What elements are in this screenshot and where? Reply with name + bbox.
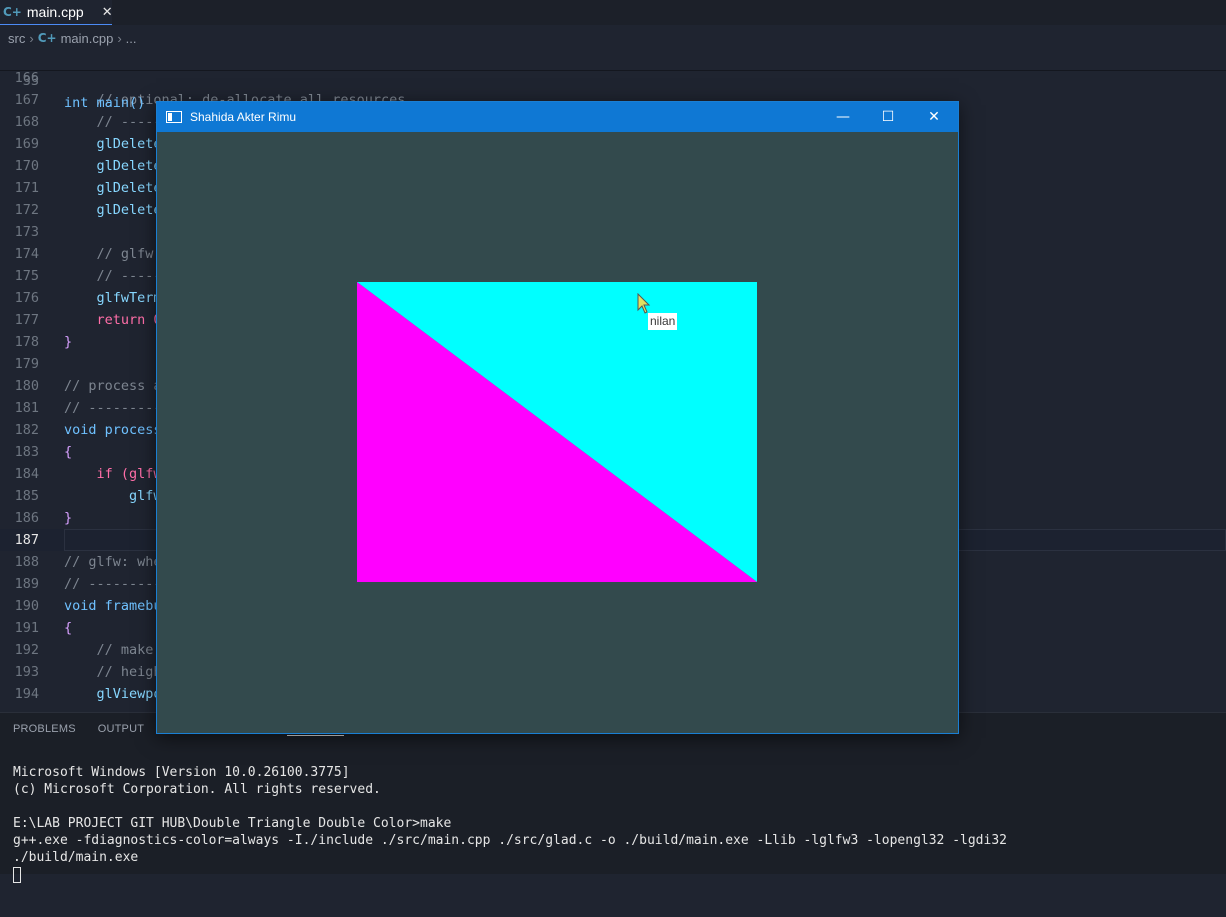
line-number: 177 [14, 312, 39, 328]
line-number: 179 [14, 356, 39, 372]
line-number: 173 [14, 224, 39, 240]
cpp-file-icon: C+ [3, 5, 22, 19]
chevron-right-icon: › [117, 30, 122, 46]
code-text: } [64, 510, 73, 526]
line-number: 183 [14, 444, 39, 460]
line-number: 194 [14, 686, 39, 702]
line-number: 181 [14, 400, 39, 416]
code-text: { [64, 620, 73, 636]
window-title-bar[interactable]: Shahida Akter Rimu — ☐ ✕ [157, 102, 958, 132]
line-number: 190 [14, 598, 39, 614]
breadcrumb-file[interactable]: main.cpp [61, 31, 114, 46]
minimize-button[interactable]: — [820, 102, 866, 132]
line-number: 185 [14, 488, 39, 504]
window-title: Shahida Akter Rimu [190, 110, 297, 124]
line-number: 182 [14, 422, 39, 438]
terminal-cursor [13, 866, 21, 883]
terminal-line: (c) Microsoft Corporation. All rights re… [13, 782, 381, 797]
line-number: 169 [14, 136, 39, 152]
mouse-pointer-icon [637, 293, 651, 314]
line-number: 174 [14, 246, 39, 262]
chevron-right-icon: › [29, 30, 34, 46]
line-number: 170 [14, 158, 39, 174]
tooltip: nilan [648, 313, 678, 330]
line-number: 176 [14, 290, 39, 306]
code-text: return 0; [64, 312, 170, 328]
tab-main-cpp[interactable]: C+ main.cpp ✕ [0, 0, 113, 25]
cpp-file-icon: C+ [37, 31, 57, 45]
terminal-line: Microsoft Windows [Version 10.0.26100.37… [13, 765, 350, 780]
line-number: 184 [14, 466, 39, 482]
maximize-button[interactable]: ☐ [865, 102, 911, 132]
code-text: { [64, 444, 73, 460]
tab-output[interactable]: OUTPUT [98, 723, 144, 736]
line-number: 171 [14, 180, 39, 196]
app-window-icon [166, 111, 182, 123]
line-number: 187 [14, 532, 39, 548]
glfw-window: Shahida Akter Rimu — ☐ ✕ nilan [156, 101, 959, 734]
line-number: 191 [14, 620, 39, 636]
terminal-line: ./build/main.exe [13, 850, 139, 865]
line-number: 186 [14, 510, 39, 526]
breadcrumb: src › C+ main.cpp › ... [0, 28, 141, 48]
line-number: 193 [14, 664, 39, 680]
close-button[interactable]: ✕ [911, 102, 957, 132]
terminal-line: g++.exe -fdiagnostics-color=always -I./i… [13, 833, 1007, 848]
line-number: 188 [14, 554, 39, 570]
line-number: 33 [22, 73, 39, 89]
breadcrumb-src[interactable]: src [8, 31, 25, 46]
close-icon[interactable]: ✕ [102, 5, 113, 20]
line-number: 180 [14, 378, 39, 394]
line-number: 175 [14, 268, 39, 284]
editor-tab-bar: C+ main.cpp ✕ [0, 0, 1226, 25]
code-text: int main() [64, 95, 146, 111]
bottom-panel: PROBLEMS OUTPUT DEBUG CONSOLE TERMINAL P… [0, 712, 1226, 883]
tab-problems[interactable]: PROBLEMS [13, 723, 76, 736]
sticky-scroll-line[interactable]: 33 int main() [0, 48, 1226, 111]
line-number: 192 [14, 642, 39, 658]
render-viewport [357, 282, 757, 582]
tab-label: main.cpp [26, 4, 84, 20]
terminal-line: E:\LAB PROJECT GIT HUB\Double Triangle D… [13, 816, 452, 831]
code-text: } [64, 334, 73, 350]
line-number: 189 [14, 576, 39, 592]
line-number: 178 [14, 334, 39, 350]
terminal-output[interactable]: Microsoft Windows [Version 10.0.26100.37… [13, 747, 1007, 917]
breadcrumb-symbol[interactable]: ... [126, 31, 137, 46]
line-number: 172 [14, 202, 39, 218]
